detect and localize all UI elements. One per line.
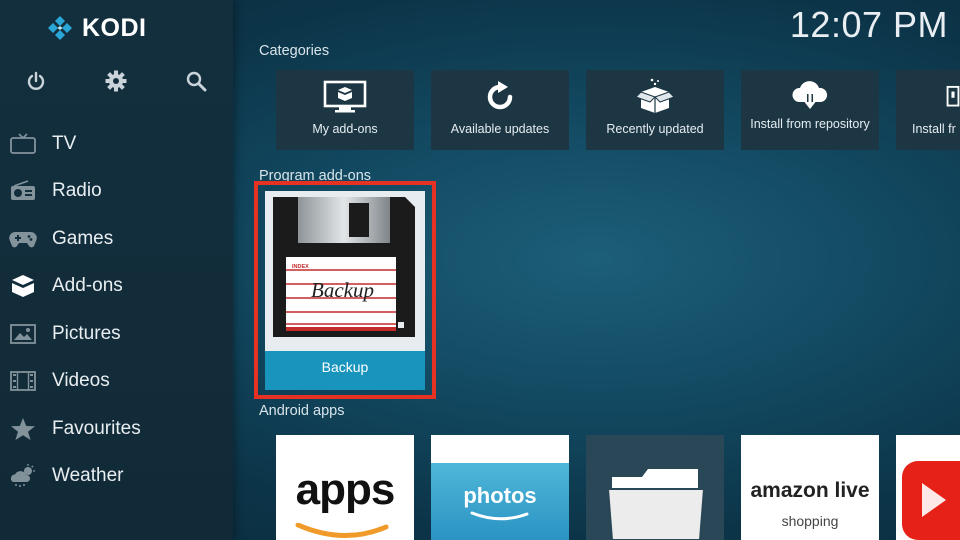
sidebar-item-weather[interactable]: Weather bbox=[0, 453, 233, 501]
main-menu: TV Radio Games Add-ons Pictures Videos F… bbox=[0, 120, 233, 500]
refresh-icon bbox=[431, 78, 569, 116]
gamepad-icon bbox=[8, 224, 38, 254]
floppy-label-text: Backup bbox=[311, 278, 374, 302]
tv-icon bbox=[8, 129, 38, 159]
monitor-box-icon bbox=[276, 78, 414, 116]
sidebar-item-label: Pictures bbox=[52, 322, 121, 344]
tile-install-from-zip[interactable]: Install fr bbox=[896, 70, 960, 150]
tile-label: Install fr bbox=[912, 122, 956, 136]
tile-available-updates[interactable]: Available updates bbox=[431, 70, 569, 150]
tile-label: Available updates bbox=[450, 122, 550, 136]
section-title-categories: Categories bbox=[259, 43, 330, 59]
amazon-smile-icon bbox=[470, 511, 529, 521]
tile-backup-addon[interactable]: INDEX Backup Backup bbox=[265, 191, 425, 390]
top-icon-bar bbox=[0, 66, 233, 96]
weather-icon bbox=[8, 461, 38, 491]
logo-text: KODI bbox=[82, 14, 147, 42]
kodi-logo[interactable]: KODI bbox=[46, 14, 147, 43]
sidebar-item-addons[interactable]: Add-ons bbox=[0, 263, 233, 311]
tile-amazon-appstore[interactable]: apps bbox=[276, 435, 414, 540]
floppy-disk-icon: INDEX Backup bbox=[265, 191, 425, 351]
sidebar-item-videos[interactable]: Videos bbox=[0, 358, 233, 406]
kodi-logo-icon bbox=[48, 15, 72, 40]
power-icon[interactable] bbox=[21, 66, 51, 96]
sidebar-item-pictures[interactable]: Pictures bbox=[0, 310, 233, 358]
radio-icon bbox=[8, 176, 38, 206]
sidebar-item-label: TV bbox=[52, 132, 77, 154]
open-box-icon bbox=[586, 78, 724, 116]
tile-label: Install from repository bbox=[750, 117, 870, 131]
sidebar: KODI TV Radio Games Add-ons Pictures Vid… bbox=[0, 0, 233, 540]
sidebar-item-label: Favourites bbox=[52, 417, 141, 439]
sidebar-item-favourites[interactable]: Favourites bbox=[0, 405, 233, 453]
sidebar-item-tv[interactable]: TV bbox=[0, 120, 233, 168]
search-icon[interactable] bbox=[181, 66, 211, 96]
film-icon bbox=[8, 366, 38, 396]
tile-amazon-live[interactable]: amazon live shopping bbox=[741, 435, 879, 540]
clock: 12:07 PM bbox=[789, 4, 948, 45]
tile-label: My add-ons bbox=[312, 122, 378, 136]
sidebar-item-label: Radio bbox=[52, 180, 102, 202]
box-icon bbox=[8, 271, 38, 301]
sidebar-item-games[interactable]: Games bbox=[0, 215, 233, 263]
youtube-icon bbox=[902, 461, 960, 540]
cloud-download-icon bbox=[741, 78, 879, 116]
gear-icon[interactable] bbox=[101, 66, 131, 96]
picture-icon bbox=[8, 319, 38, 349]
tile-label: Recently updated bbox=[606, 122, 704, 136]
app-brand-text: amazon live bbox=[750, 479, 870, 502]
tile-youtube[interactable] bbox=[896, 435, 960, 540]
app-brand-text: photos bbox=[463, 483, 537, 508]
star-icon bbox=[8, 414, 38, 444]
sidebar-item-label: Videos bbox=[52, 370, 110, 392]
sidebar-item-label: Add-ons bbox=[52, 275, 123, 297]
sidebar-item-label: Weather bbox=[52, 465, 124, 487]
sidebar-item-radio[interactable]: Radio bbox=[0, 168, 233, 216]
tile-label: Backup bbox=[321, 359, 369, 375]
app-brand-text: apps bbox=[295, 465, 396, 514]
tile-install-from-repository[interactable]: Install from repository bbox=[741, 70, 879, 150]
floppy-index-text: INDEX bbox=[292, 264, 309, 270]
section-title-android-apps: Android apps bbox=[259, 403, 345, 419]
tile-my-addons[interactable]: My add-ons bbox=[276, 70, 414, 150]
sidebar-item-label: Games bbox=[52, 227, 114, 249]
folder-icon bbox=[608, 469, 704, 540]
tile-file-manager[interactable] bbox=[586, 435, 724, 540]
amazon-smile-icon bbox=[295, 523, 389, 538]
tile-recently-updated[interactable]: Recently updated bbox=[586, 70, 724, 150]
tile-amazon-photos[interactable]: photos bbox=[431, 435, 569, 540]
app-brand-subtext: shopping bbox=[781, 513, 839, 529]
zip-icon bbox=[896, 78, 960, 116]
